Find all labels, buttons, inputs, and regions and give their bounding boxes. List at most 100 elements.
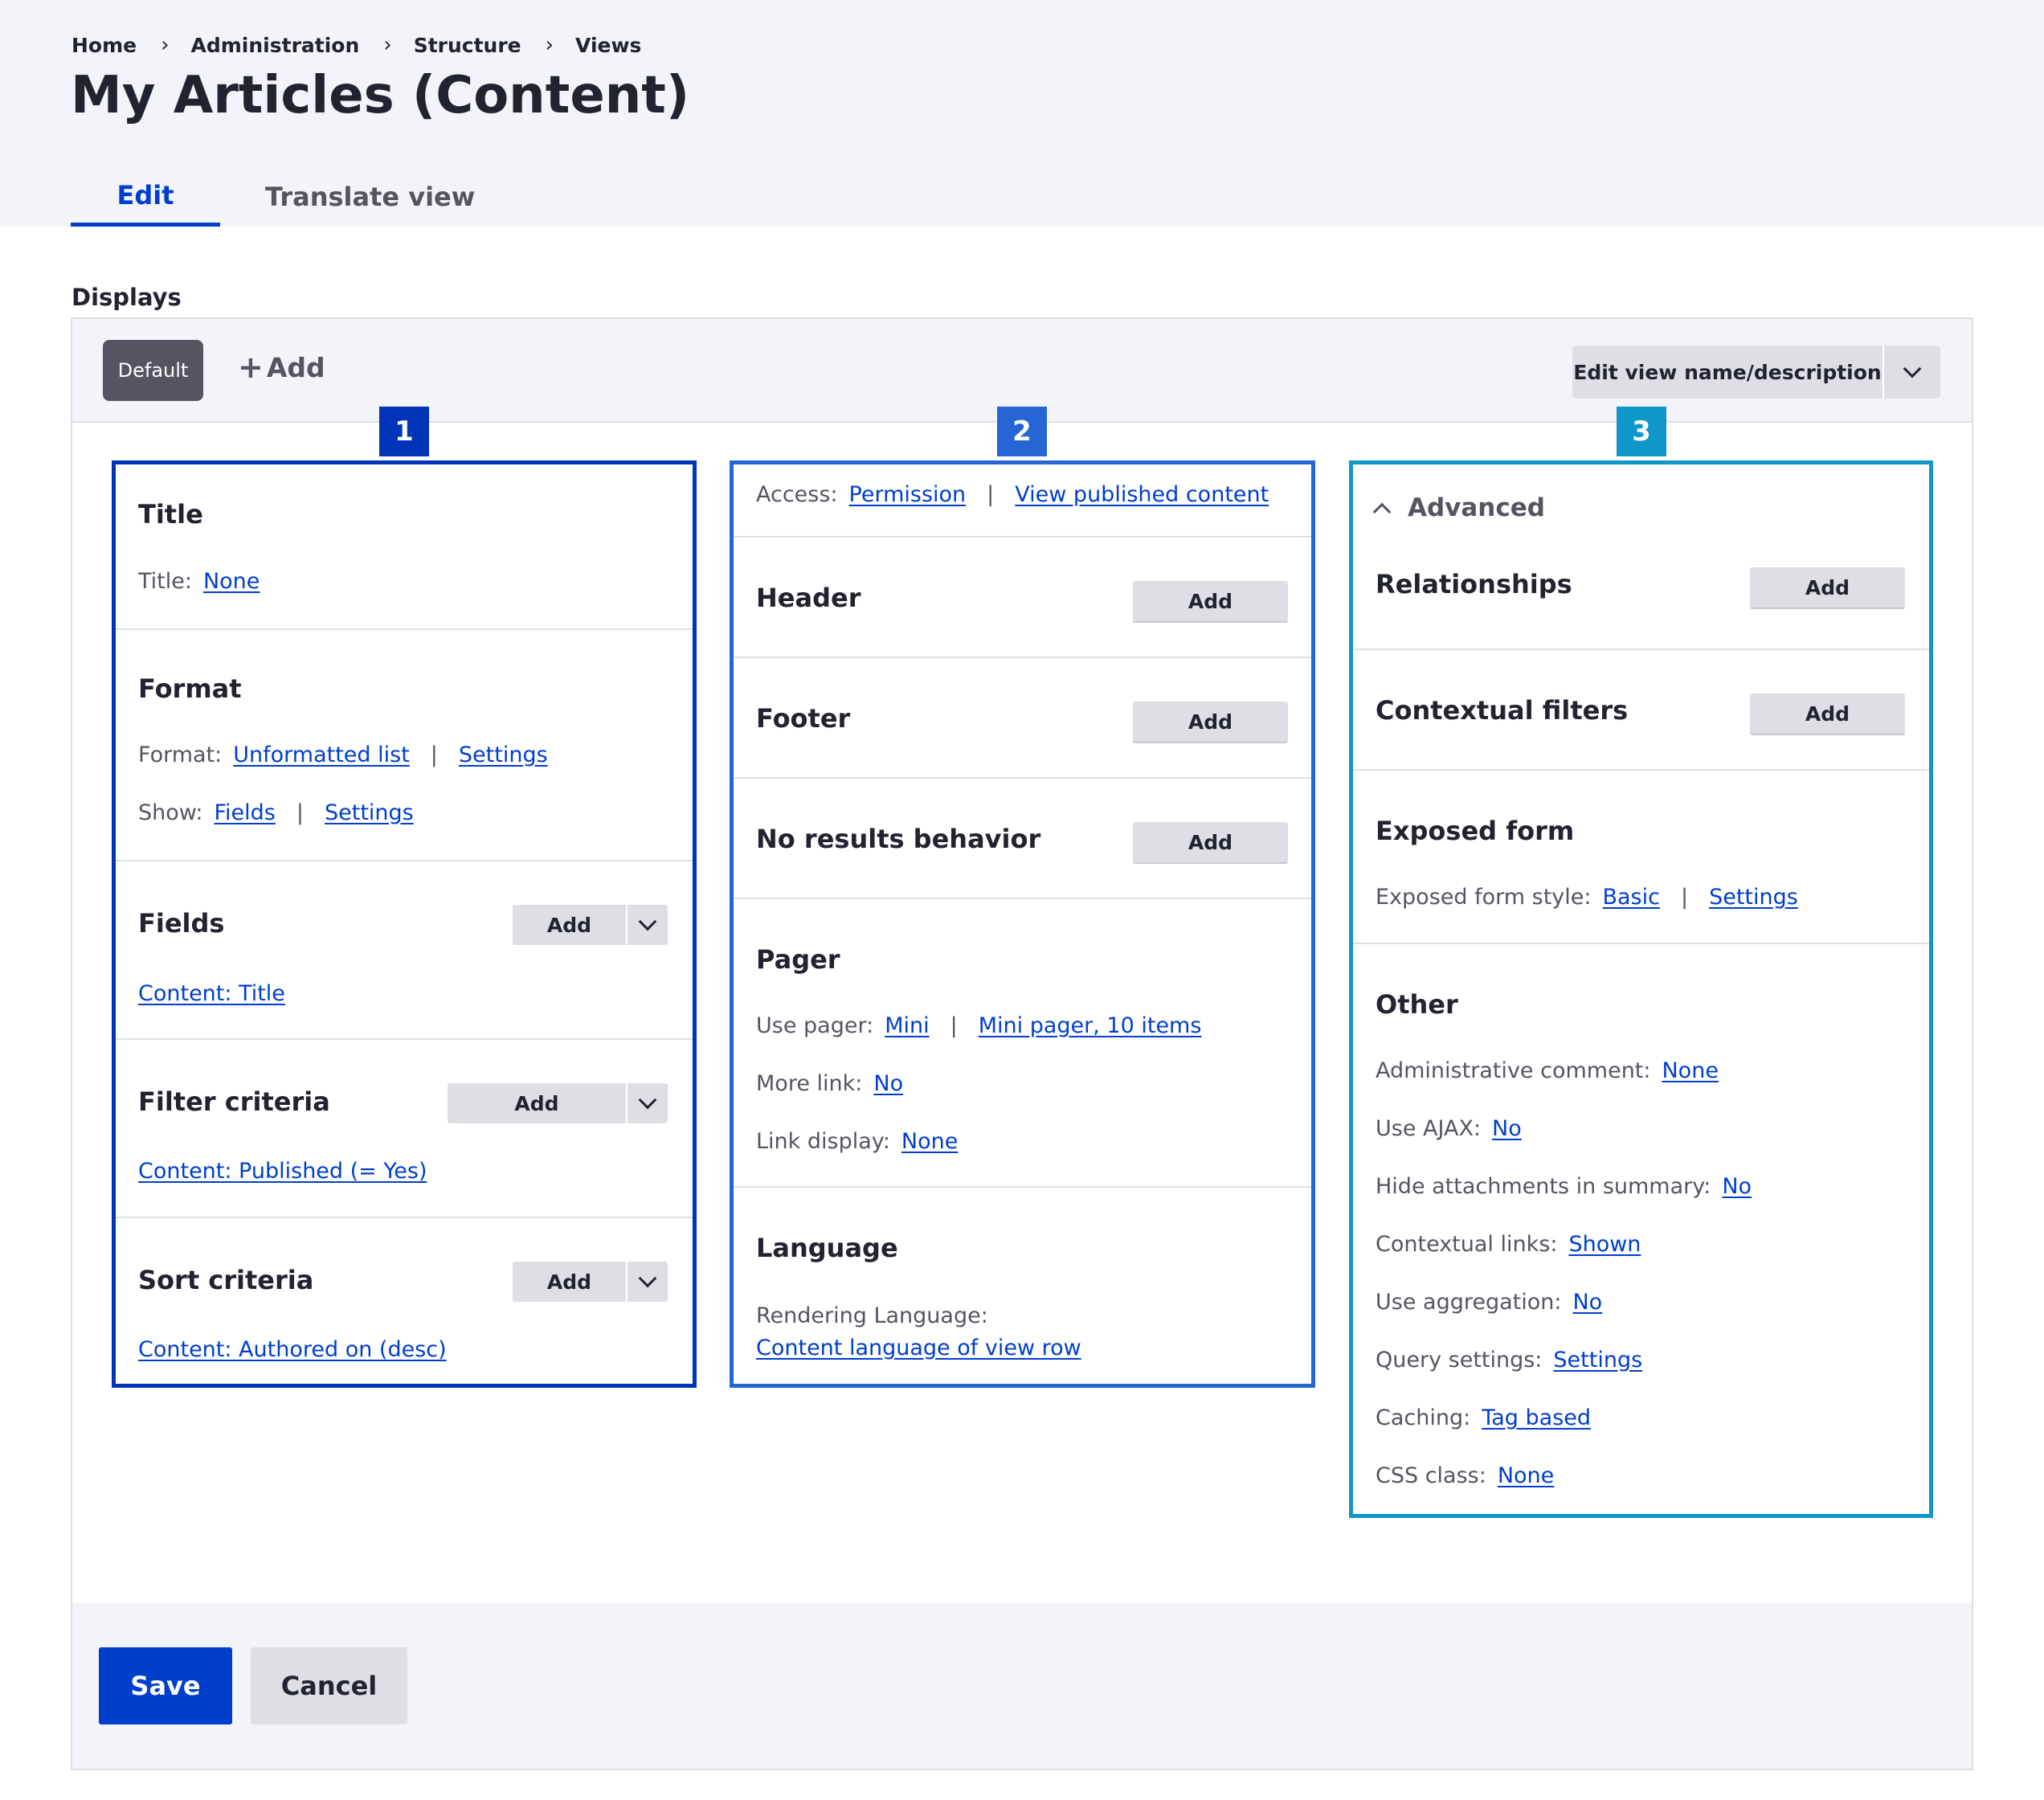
- use-ajax-link[interactable]: No: [1492, 1116, 1522, 1141]
- callout-badge-3: 3: [1617, 407, 1666, 456]
- no-results-add-button[interactable]: Add: [1133, 822, 1288, 864]
- exposed-form-section: Exposed form Exposed form style: Basic |…: [1353, 769, 1929, 943]
- cancel-button[interactable]: Cancel: [251, 1647, 407, 1724]
- contextual-filters-section: Contextual filters Add: [1353, 648, 1929, 769]
- other-setting-row: Query settings: Settings: [1376, 1348, 1642, 1372]
- other-setting-label: Hide attachments in summary:: [1376, 1174, 1711, 1199]
- more-link-label: More link:: [756, 1071, 863, 1096]
- tab-edit[interactable]: Edit: [71, 167, 220, 227]
- sort-criteria-section: Sort criteria Add Content: Authored on (…: [116, 1217, 693, 1384]
- breadcrumb-administration[interactable]: Administration: [191, 34, 360, 57]
- use-pager-row: Use pager: Mini | Mini pager, 10 items: [756, 1013, 1201, 1038]
- other-setting-label: Contextual links:: [1376, 1232, 1558, 1257]
- sort-content-authored-link[interactable]: Content: Authored on (desc): [138, 1337, 447, 1362]
- administrative-comment-link[interactable]: None: [1662, 1058, 1718, 1083]
- column-1-panel: Title Title: None Format Format: Unforma…: [112, 460, 697, 1388]
- hide-attachments-link[interactable]: No: [1722, 1174, 1752, 1199]
- section-heading-contextual-filters: Contextual filters: [1376, 695, 1629, 726]
- relationships-section: Relationships Add: [1353, 529, 1929, 648]
- section-heading-pager: Pager: [756, 944, 840, 975]
- section-heading-header: Header: [756, 583, 861, 613]
- breadcrumb-home[interactable]: Home: [72, 34, 137, 57]
- edit-view-name-button[interactable]: Edit view name/description: [1572, 346, 1884, 399]
- sort-add-button[interactable]: Add: [513, 1262, 628, 1302]
- separator: |: [950, 1013, 958, 1038]
- header-add-button[interactable]: Add: [1133, 581, 1288, 623]
- exposed-form-style-label: Exposed form style:: [1376, 885, 1592, 910]
- fields-add-dropbutton: Add: [513, 905, 668, 945]
- column-2-panel: Access: Permission | View published cont…: [730, 460, 1315, 1388]
- rendering-language-label: Rendering Language:: [756, 1303, 988, 1328]
- use-pager-link[interactable]: Mini: [885, 1013, 929, 1038]
- footer-add-button[interactable]: Add: [1133, 702, 1288, 743]
- section-heading-title: Title: [138, 499, 203, 530]
- separator: |: [1680, 885, 1689, 910]
- exposed-form-settings-link[interactable]: Settings: [1709, 885, 1798, 910]
- save-button[interactable]: Save: [99, 1647, 232, 1724]
- add-display-button[interactable]: + Add: [238, 350, 325, 385]
- edit-view-dropdown-toggle[interactable]: [1884, 346, 1940, 399]
- show-label: Show:: [138, 800, 203, 825]
- other-setting-label: Query settings:: [1376, 1348, 1543, 1372]
- access-view-published-link[interactable]: View published content: [1015, 482, 1269, 507]
- show-value-link[interactable]: Fields: [214, 800, 275, 825]
- default-display-button[interactable]: Default: [103, 340, 203, 401]
- other-setting-row: CSS class: None: [1376, 1463, 1554, 1488]
- other-setting-row: Contextual links: Shown: [1376, 1232, 1641, 1257]
- more-link-row: More link: No: [756, 1071, 903, 1096]
- advanced-toggle[interactable]: Advanced: [1372, 493, 1545, 522]
- use-aggregation-link[interactable]: No: [1572, 1290, 1602, 1315]
- separator: |: [430, 742, 438, 767]
- query-settings-link[interactable]: Settings: [1553, 1348, 1642, 1372]
- filter-add-button[interactable]: Add: [448, 1083, 628, 1123]
- relationships-add-button[interactable]: Add: [1750, 567, 1905, 609]
- breadcrumb: Home › Administration › Structure › View…: [72, 33, 641, 57]
- caching-link[interactable]: Tag based: [1482, 1405, 1591, 1430]
- other-setting-row: Administrative comment: None: [1376, 1058, 1719, 1083]
- link-display-value-link[interactable]: None: [901, 1129, 958, 1154]
- title-section: Title Title: None: [116, 464, 693, 628]
- css-class-link[interactable]: None: [1498, 1463, 1554, 1488]
- breadcrumb-views[interactable]: Views: [575, 34, 641, 57]
- section-heading-other: Other: [1376, 989, 1458, 1020]
- show-settings-link[interactable]: Settings: [325, 800, 414, 825]
- format-value-link[interactable]: Unformatted list: [233, 742, 410, 767]
- other-setting-label: Administrative comment:: [1376, 1058, 1651, 1083]
- column-3-panel: Advanced Relationships Add Contextual fi…: [1349, 460, 1933, 1518]
- other-setting-row: Caching: Tag based: [1376, 1405, 1591, 1430]
- breadcrumb-structure[interactable]: Structure: [414, 34, 521, 57]
- advanced-label: Advanced: [1408, 493, 1545, 522]
- link-display-row: Link display: None: [756, 1129, 958, 1154]
- other-setting-row: Hide attachments in summary: No: [1376, 1174, 1752, 1199]
- rendering-language-link[interactable]: Content language of view row: [756, 1336, 1081, 1360]
- exposed-form-style-link[interactable]: Basic: [1602, 885, 1659, 910]
- section-heading-footer: Footer: [756, 703, 851, 734]
- fields-add-toggle[interactable]: [628, 905, 668, 945]
- separator: |: [296, 800, 304, 825]
- title-value-link[interactable]: None: [203, 569, 260, 594]
- form-actions: Save Cancel: [72, 1603, 1972, 1769]
- filter-add-toggle[interactable]: [628, 1083, 668, 1123]
- access-permission-link[interactable]: Permission: [849, 482, 967, 507]
- pager-options-link[interactable]: Mini pager, 10 items: [979, 1013, 1202, 1038]
- chevron-down-icon: [638, 912, 657, 931]
- tab-translate-view[interactable]: Translate view: [265, 167, 475, 227]
- field-content-title-link[interactable]: Content: Title: [138, 981, 285, 1006]
- more-link-value-link[interactable]: No: [873, 1071, 903, 1096]
- chevron-up-icon: [1372, 502, 1392, 521]
- other-setting-label: Use aggregation:: [1376, 1290, 1562, 1315]
- contextual-links-link[interactable]: Shown: [1568, 1232, 1641, 1257]
- callout-badge-2: 2: [997, 407, 1047, 456]
- edit-view-dropbutton: Edit view name/description: [1572, 346, 1940, 399]
- filter-content-published-link[interactable]: Content: Published (= Yes): [138, 1159, 427, 1184]
- rendering-language-row: Content language of view row: [756, 1336, 1081, 1360]
- exposed-form-style-row: Exposed form style: Basic | Settings: [1376, 885, 1798, 910]
- contextual-filters-add-button[interactable]: Add: [1750, 693, 1905, 735]
- section-heading-format: Format: [138, 673, 242, 704]
- sort-add-toggle[interactable]: [628, 1262, 668, 1302]
- fields-row: Content: Title: [138, 981, 285, 1006]
- fields-add-button[interactable]: Add: [513, 905, 628, 945]
- other-setting-label: Use AJAX:: [1376, 1116, 1482, 1141]
- format-settings-link[interactable]: Settings: [459, 742, 548, 767]
- sort-add-dropbutton: Add: [513, 1262, 668, 1302]
